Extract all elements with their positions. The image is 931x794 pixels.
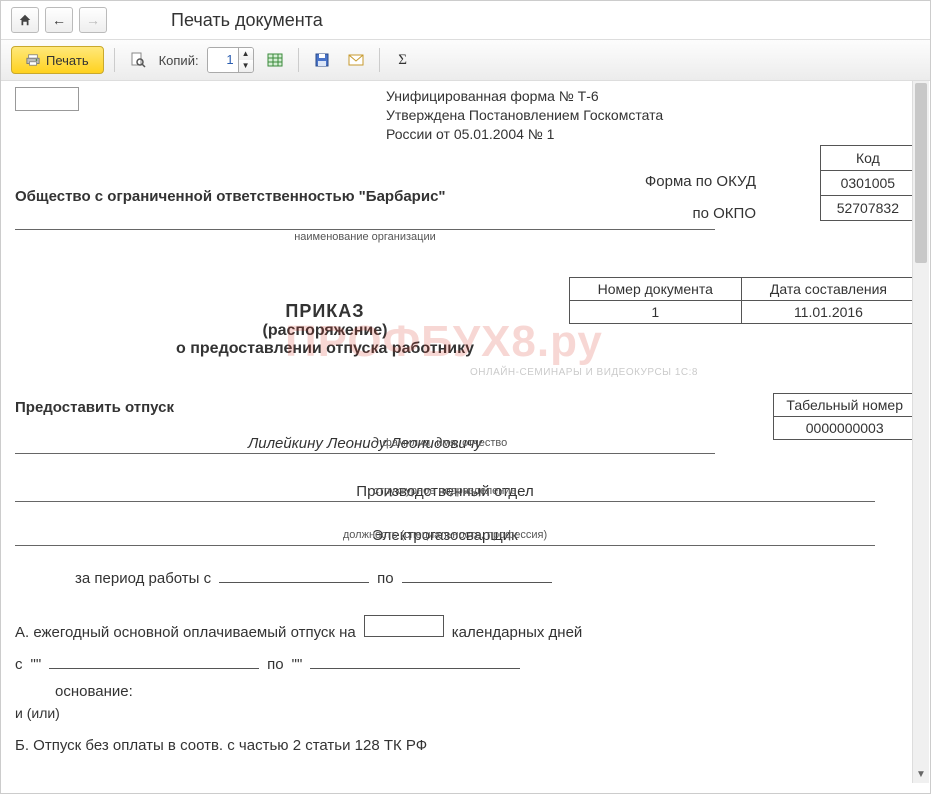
spinner-down[interactable]: ▼ [239, 60, 253, 72]
home-button[interactable] [11, 7, 39, 33]
basis-label: основание: [55, 683, 133, 700]
order-title: ПРИКАЗ (распоряжение) о предоставлении о… [155, 301, 495, 358]
scrollbar-thumb[interactable] [915, 83, 927, 263]
okpo-code: 52707832 [820, 196, 915, 221]
period-label: за период работы с [75, 570, 211, 587]
docdate-value: 11.01.2016 [741, 301, 915, 324]
sigma-icon: Σ [398, 52, 407, 69]
copies-spinner[interactable]: 1 ▲ ▼ [207, 47, 254, 73]
docdate-header: Дата составления [741, 278, 915, 301]
title-line2: (распоряжение) [155, 322, 495, 340]
form-info-line1: Унифицированная форма № Т-6 [386, 87, 916, 106]
fio-caption: фамилия, имя, отчество [15, 437, 875, 449]
department-caption: структурное подразделение [15, 485, 875, 497]
window-title: Печать документа [171, 10, 323, 31]
print-button[interactable]: Печать [11, 46, 104, 74]
separator [114, 48, 115, 72]
copies-value[interactable]: 1 [208, 48, 238, 72]
toolbar: Печать Копий: 1 ▲ ▼ Σ [1, 39, 930, 81]
tabnum-header: Табельный номер [774, 394, 916, 417]
from-label: с [15, 656, 23, 673]
blank-corner-box [15, 87, 79, 111]
title-line1: ПРИКАЗ [155, 301, 495, 322]
okud-code: 0301005 [820, 171, 915, 196]
save-xls-button[interactable] [262, 47, 288, 73]
titlebar: ← → Печать документа [1, 1, 930, 39]
email-button[interactable] [343, 47, 369, 73]
separator [379, 48, 380, 72]
docnum-table: Номер документа Дата составления 1 11.01… [569, 277, 916, 324]
sum-button[interactable]: Σ [390, 47, 416, 73]
work-period-row: за период работы с по [75, 565, 552, 587]
document-area: Унифицированная форма № Т-6 Утверждена П… [1, 81, 930, 783]
form-info-line2: Утверждена Постановлением Госкомстата [386, 106, 916, 125]
tabnum-table: Табельный номер 0000000003 [773, 393, 916, 440]
scrollbar-down-arrow[interactable]: ▼ [913, 767, 929, 783]
from-quote: "" [31, 656, 42, 673]
vertical-scrollbar[interactable]: ▼ [912, 81, 929, 783]
magnifier-page-icon [130, 52, 146, 68]
period-to-field [402, 565, 552, 583]
section-a: А. ежегодный основной оплачиваемый отпус… [15, 615, 875, 710]
preview-button[interactable] [125, 47, 151, 73]
calendar-days-label: календарных дней [452, 624, 583, 641]
form-info: Унифицированная форма № Т-6 Утверждена П… [386, 87, 916, 144]
section-a-label: А. ежегодный основной оплачиваемый отпус… [15, 624, 356, 641]
section-b: Б. Отпуск без оплаты в соотв. с частью 2… [15, 737, 427, 754]
okpo-label: по ОКПО [693, 205, 757, 222]
watermark-subtitle: ОНЛАЙН-СЕМИНАРЫ И ВИДЕОКУРСЫ 1С:8 [470, 367, 698, 378]
to-date-field [310, 651, 520, 669]
to-quote: "" [292, 656, 303, 673]
printer-icon [26, 53, 40, 67]
floppy-icon [314, 52, 330, 68]
form-info-line3: России от 05.01.2004 № 1 [386, 125, 916, 144]
code-table: Код 0301005 52707832 [820, 145, 916, 221]
organization-underline [15, 229, 715, 230]
spinner-up[interactable]: ▲ [239, 48, 253, 60]
period-to-label: по [377, 570, 393, 587]
separator [298, 48, 299, 72]
docnum-header: Номер документа [569, 278, 741, 301]
organization-name: Общество с ограниченной ответственностью… [15, 187, 715, 207]
print-button-label: Печать [46, 53, 89, 68]
grant-vacation-label: Предоставить отпуск [15, 399, 174, 416]
to-label: по [267, 656, 283, 673]
save-button[interactable] [309, 47, 335, 73]
organization-caption: наименование организации [15, 231, 715, 243]
copies-label: Копий: [159, 53, 199, 68]
docnum-value: 1 [569, 301, 741, 324]
code-header: Код [820, 146, 915, 171]
job-caption: должность (специальность, профессия) [15, 529, 875, 541]
document: Унифицированная форма № Т-6 Утверждена П… [15, 87, 916, 111]
title-line3: о предоставлении отпуска работнику [155, 340, 495, 358]
period-from-field [219, 565, 369, 583]
table-export-icon [267, 52, 283, 68]
envelope-icon [348, 52, 364, 68]
and-or-label: и (или) [15, 705, 60, 721]
from-date-field [49, 651, 259, 669]
days-box [364, 615, 444, 637]
back-button[interactable]: ← [45, 7, 73, 33]
forward-button[interactable]: → [79, 7, 107, 33]
